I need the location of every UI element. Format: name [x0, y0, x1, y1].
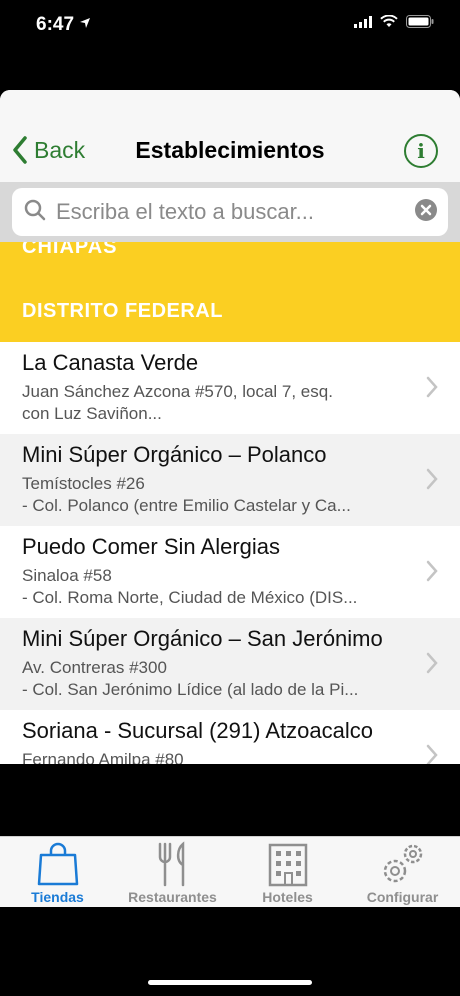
tab-label: Hoteles — [262, 889, 313, 905]
fork-knife-icon — [158, 841, 184, 887]
ad-space — [0, 764, 460, 836]
search-bar — [0, 182, 460, 242]
list-item[interactable]: Soriana - Sucursal (291) Atzoacalco Fern… — [0, 710, 460, 764]
establishment-address-detail: - Col. San Jerónimo Lídice (al lado de l… — [22, 680, 359, 699]
battery-icon — [406, 15, 434, 33]
establishment-address: Sinaloa #58 — [22, 566, 112, 585]
signal-icon — [354, 15, 372, 33]
establishments-list[interactable]: CHIAPAS DISTRITO FEDERAL La Canasta Verd… — [0, 242, 460, 764]
tab-configurar[interactable]: Configurar — [345, 837, 460, 907]
establishment-address-detail: - Col. Roma Norte, Ciudad de México (DIS… — [22, 588, 358, 607]
chevron-right-icon — [426, 468, 438, 490]
tab-restaurantes[interactable]: Restaurantes — [115, 837, 230, 907]
status-bar: 6:47 — [0, 0, 460, 50]
search-input[interactable] — [54, 198, 414, 226]
section-header-chiapas: CHIAPAS — [0, 242, 460, 280]
search-icon — [24, 199, 46, 226]
establishment-address: Fernando Amilpa #80 — [22, 750, 184, 764]
main-sheet: Back Establecimientos i CHIAPAS DISTRITO… — [0, 90, 460, 764]
establishment-name: Mini Súper Orgánico – Polanco — [22, 442, 327, 467]
establishment-name: Mini Súper Orgánico – San Jerónimo — [22, 626, 383, 651]
establishment-name: La Canasta Verde — [22, 350, 199, 375]
list-item[interactable]: Mini Súper Orgánico – Polanco Temístocle… — [0, 434, 460, 526]
establishment-address-detail: - Col. Polanco (entre Emilio Castelar y … — [22, 496, 351, 515]
chevron-right-icon — [426, 744, 438, 764]
tab-label: Restaurantes — [128, 889, 217, 905]
chevron-right-icon — [426, 376, 438, 398]
tab-bar: Tiendas Restaurantes Hoteles Configurar — [0, 836, 460, 907]
gears-icon — [383, 844, 422, 883]
info-button[interactable]: i — [404, 134, 438, 168]
establishment-name: Puedo Comer Sin Alergias — [22, 534, 281, 559]
tab-label: Configurar — [366, 889, 439, 905]
establishment-address: Av. Contreras #300 — [22, 658, 167, 677]
list-item[interactable]: La Canasta Verde Juan Sánchez Azcona #57… — [0, 342, 460, 434]
navigation-bar: Back Establecimientos i — [0, 90, 460, 183]
home-indicator — [148, 980, 312, 985]
page-title: Establecimientos — [135, 137, 325, 163]
establishment-name: Soriana - Sucursal (291) Atzoacalco — [22, 718, 373, 743]
tab-label: Tiendas — [31, 889, 84, 905]
chevron-right-icon — [426, 560, 438, 582]
tab-tiendas[interactable]: Tiendas — [0, 837, 115, 907]
status-time: 6:47 — [36, 14, 75, 35]
tab-hoteles[interactable]: Hoteles — [230, 837, 345, 907]
establishment-address: Juan Sánchez Azcona #570, local 7, esq. — [22, 382, 333, 401]
hotel-icon — [268, 843, 307, 887]
search-box[interactable] — [12, 188, 448, 236]
list-item[interactable]: Mini Súper Orgánico – San Jerónimo Av. C… — [0, 618, 460, 710]
bag-icon — [37, 842, 78, 886]
establishment-address-detail: con Luz Saviñon... — [22, 404, 162, 423]
location-arrow-icon — [79, 16, 91, 34]
section-header-distrito-federal: DISTRITO FEDERAL — [0, 280, 460, 342]
clear-search-icon[interactable] — [414, 198, 438, 227]
list-item[interactable]: Puedo Comer Sin Alergias Sinaloa #58 - C… — [0, 526, 460, 618]
establishment-address: Temístocles #26 — [22, 474, 145, 493]
status-icons — [354, 14, 434, 33]
chevron-right-icon — [426, 652, 438, 674]
section-header-label: CHIAPAS — [22, 242, 118, 258]
section-header-label: DISTRITO FEDERAL — [22, 300, 223, 322]
info-icon: i — [417, 139, 425, 163]
wifi-icon — [380, 14, 398, 33]
